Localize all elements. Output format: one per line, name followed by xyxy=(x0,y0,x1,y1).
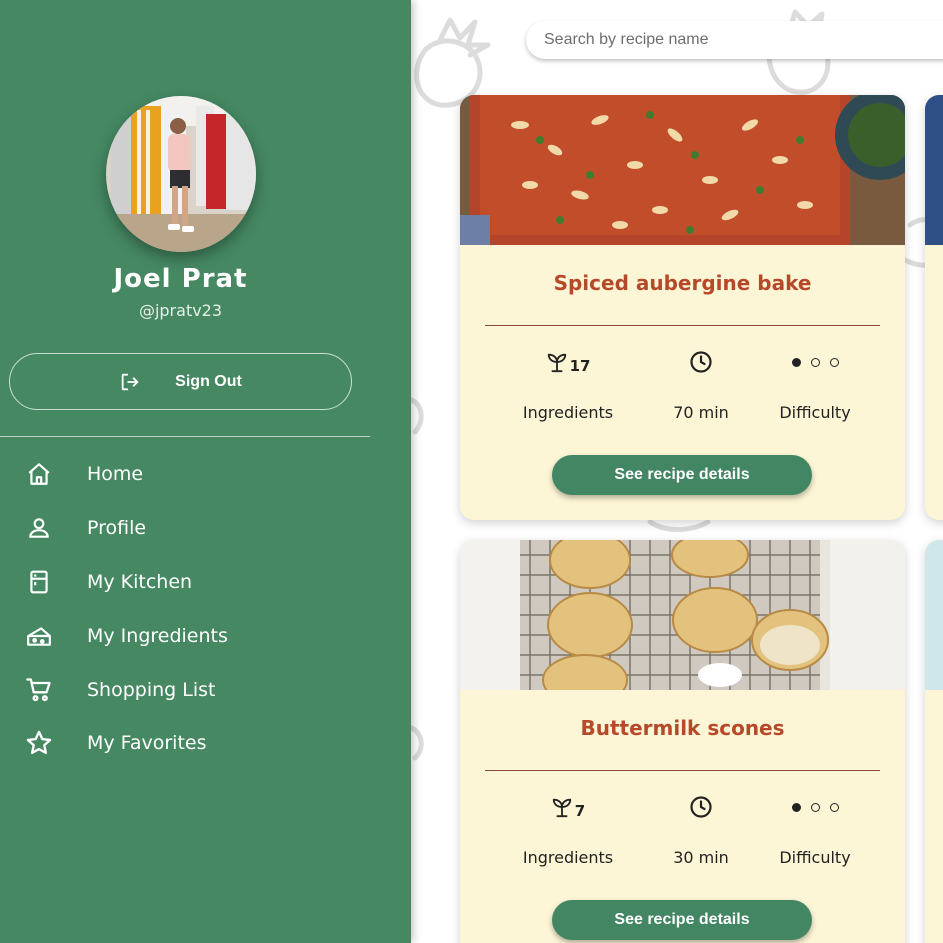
nav-item-my-ingredients[interactable]: My Ingredients xyxy=(0,614,380,658)
see-recipe-details-button[interactable]: See recipe details xyxy=(552,900,812,940)
sprout-icon xyxy=(547,353,566,373)
difficulty-dot xyxy=(829,357,839,367)
time-value: 30 min xyxy=(673,848,729,867)
sign-out-button[interactable]: Sign Out xyxy=(9,353,352,410)
difficulty-stat xyxy=(750,347,880,377)
cheese-icon xyxy=(25,622,53,650)
difficulty-dot xyxy=(791,357,801,367)
search-input[interactable] xyxy=(544,21,924,59)
nav-item-label: Home xyxy=(87,463,144,485)
nav-item-profile[interactable]: Profile xyxy=(0,506,380,550)
difficulty-label: Difficulty xyxy=(779,403,851,422)
ingredients-stat: 17 xyxy=(503,347,633,377)
nav-item-home[interactable]: Home xyxy=(0,452,380,496)
logout-icon xyxy=(121,373,139,390)
difficulty-dot xyxy=(829,802,839,812)
avatar[interactable] xyxy=(106,96,256,252)
user-name: Joel Prat xyxy=(113,264,248,294)
difficulty-dot xyxy=(810,357,820,367)
recipe-card: Spiced aubergine bake 17 Ingredients 70 … xyxy=(460,95,905,520)
ingredients-count: 17 xyxy=(569,357,591,375)
time-value: 70 min xyxy=(673,403,729,422)
difficulty-label: Difficulty xyxy=(779,848,851,867)
clock-icon xyxy=(690,351,712,373)
ingredients-stat: 7 xyxy=(503,792,633,822)
recipe-image xyxy=(460,95,905,245)
divider xyxy=(0,436,370,437)
ingredients-label: Ingredients xyxy=(522,848,614,867)
star-icon xyxy=(25,729,53,757)
nav-item-label: Profile xyxy=(87,517,147,539)
nav-item-shopping-list[interactable]: Shopping List xyxy=(0,668,380,712)
time-stat xyxy=(636,792,766,822)
difficulty-dot xyxy=(810,802,820,812)
person-icon xyxy=(25,514,53,542)
time-stat xyxy=(636,347,766,377)
ingredients-label: Ingredients xyxy=(522,403,614,422)
difficulty-stat xyxy=(750,792,880,822)
recipe-image xyxy=(460,540,905,690)
cart-icon xyxy=(25,676,53,704)
home-icon xyxy=(25,460,53,488)
sign-out-label: Sign Out xyxy=(175,372,242,390)
navigation-drawer: Joel Prat @jpratv23 Sign Out Home Profil… xyxy=(0,0,411,943)
recipe-card-partial[interactable] xyxy=(925,540,943,943)
nav-item-label: My Favorites xyxy=(87,732,207,754)
sprout-icon xyxy=(552,798,571,818)
difficulty-dots xyxy=(750,347,880,377)
difficulty-dot xyxy=(791,802,801,812)
divider xyxy=(485,770,880,771)
difficulty-dots xyxy=(750,792,880,822)
recipe-card-partial[interactable] xyxy=(925,95,943,520)
nav-item-label: My Kitchen xyxy=(87,571,193,593)
nav-item-label: My Ingredients xyxy=(87,625,228,647)
user-handle: @jpratv23 xyxy=(138,301,223,320)
fridge-icon xyxy=(25,568,53,596)
nav-item-label: Shopping List xyxy=(87,679,216,701)
recipe-title: Buttermilk scones xyxy=(580,716,785,740)
clock-icon xyxy=(690,796,712,818)
divider xyxy=(485,325,880,326)
recipe-title: Spiced aubergine bake xyxy=(553,271,812,295)
nav-item-my-kitchen[interactable]: My Kitchen xyxy=(0,560,380,604)
see-recipe-details-button[interactable]: See recipe details xyxy=(552,455,812,495)
search-bar xyxy=(526,21,943,59)
nav-item-my-favorites[interactable]: My Favorites xyxy=(0,721,380,765)
recipe-card: Buttermilk scones 7 Ingredients 30 min D… xyxy=(460,540,905,943)
ingredients-count: 7 xyxy=(574,802,586,820)
